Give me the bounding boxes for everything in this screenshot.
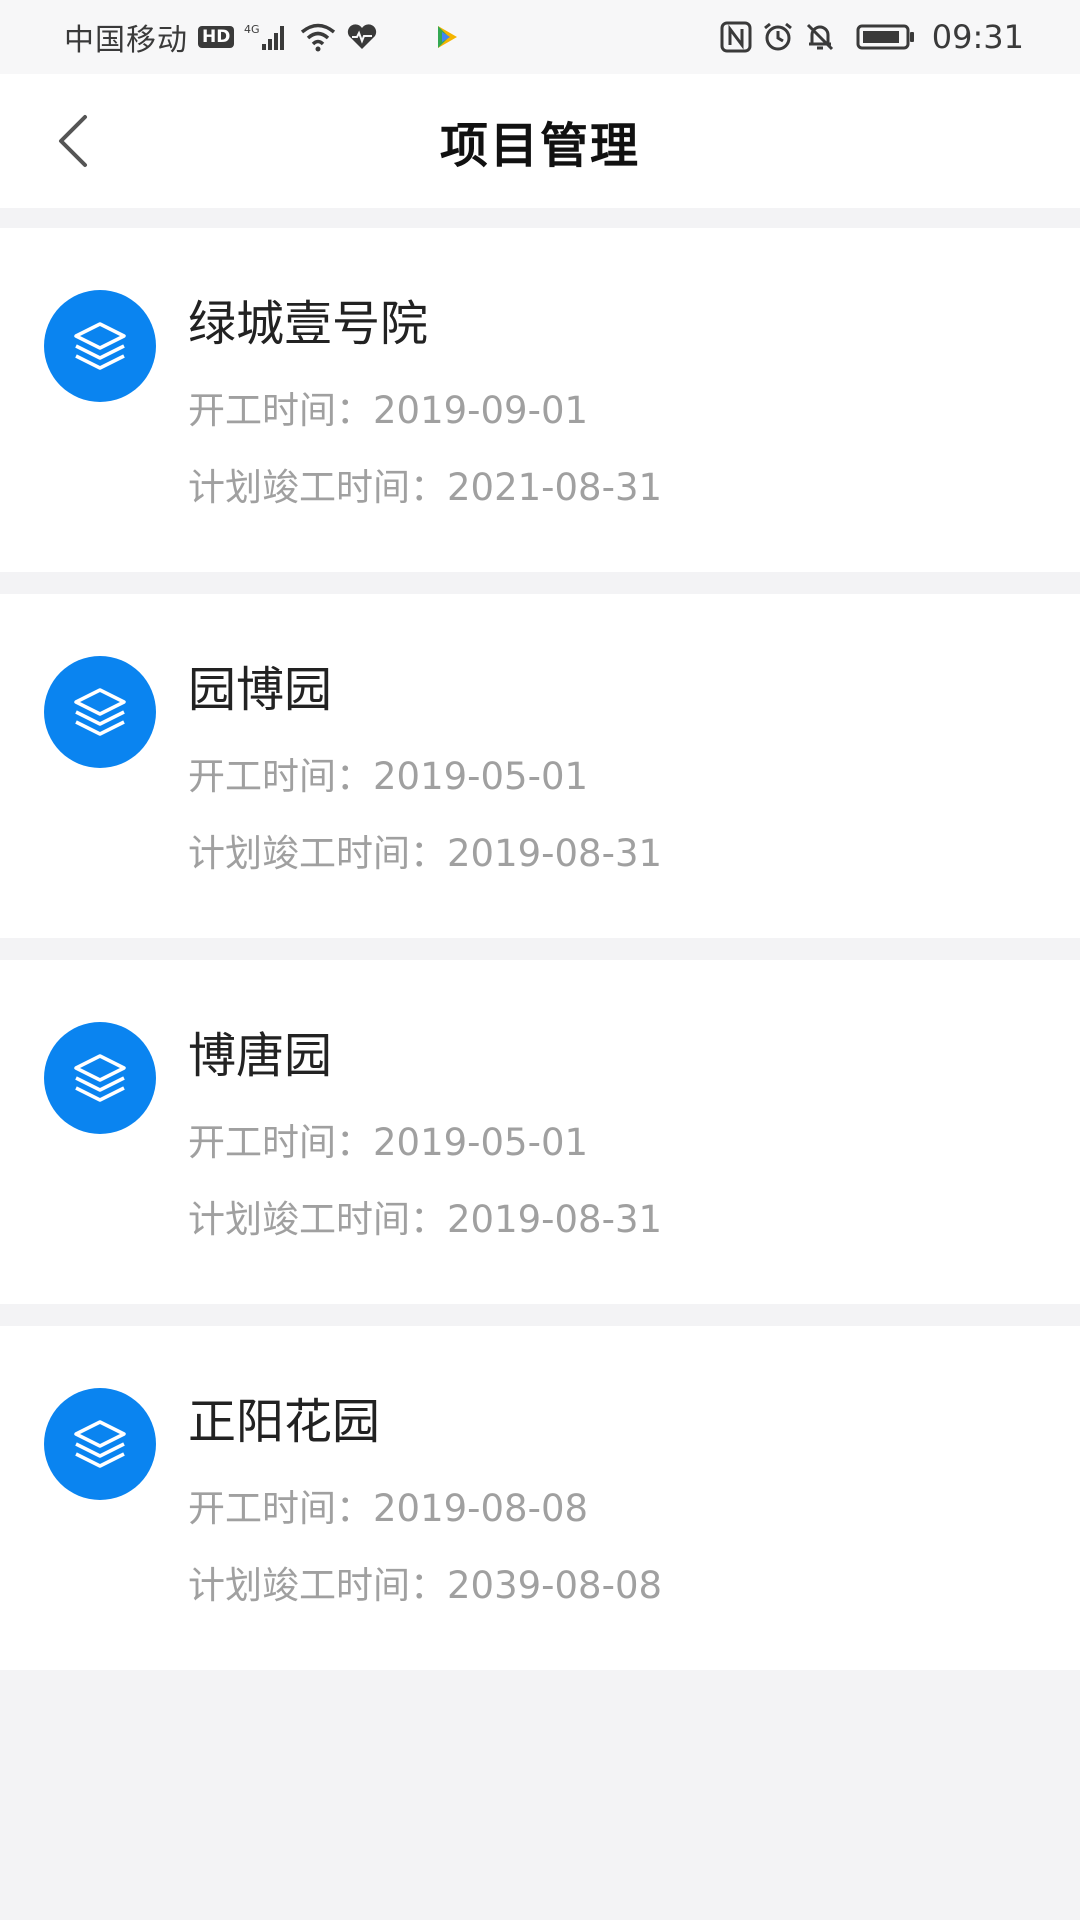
project-start-date: 开工时间：2019-09-01 (188, 388, 588, 434)
project-card[interactable]: 正阳花园 开工时间：2019-08-08 计划竣工时间：2039-08-08 (0, 1326, 1080, 1670)
start-date-value: 2019-08-08 (373, 1487, 589, 1530)
health-heart-icon (346, 23, 378, 51)
start-date-label: 开工时间： (188, 755, 373, 798)
mute-bell-icon (804, 21, 836, 53)
layers-icon (44, 656, 156, 768)
layers-icon (44, 1022, 156, 1134)
end-date-value: 2039-08-08 (447, 1564, 663, 1607)
project-name: 绿城壹号院 (188, 296, 429, 352)
start-date-label: 开工时间： (188, 1487, 373, 1530)
project-start-date: 开工时间：2019-05-01 (188, 1120, 588, 1166)
battery-icon (856, 22, 916, 52)
project-end-date: 计划竣工时间：2039-08-08 (188, 1563, 662, 1609)
project-end-date: 计划竣工时间：2019-08-31 (188, 1197, 662, 1243)
back-button[interactable] (40, 104, 104, 178)
app-header: 项目管理 (0, 74, 1080, 208)
screen: 中国移动 HD 4G 09:31 项目管理 绿城壹号院 开工时间：2019-09… (0, 0, 1080, 1920)
wifi-icon (300, 22, 336, 52)
end-date-value: 2019-08-31 (447, 832, 663, 875)
page-title: 项目管理 (439, 118, 640, 174)
alarm-icon (762, 21, 794, 53)
carrier-name: 中国移动 (64, 23, 188, 58)
end-date-value: 2019-08-31 (447, 1198, 663, 1241)
end-date-label: 计划竣工时间： (188, 832, 447, 875)
clock-time: 09:31 (931, 18, 1024, 56)
project-name: 正阳花园 (188, 1394, 381, 1450)
start-date-value: 2019-05-01 (373, 755, 589, 798)
video-app-icon (432, 23, 460, 51)
end-date-label: 计划竣工时间： (188, 466, 447, 509)
end-date-value: 2021-08-31 (447, 466, 663, 509)
end-date-label: 计划竣工时间： (188, 1198, 447, 1241)
network-type-label: 4G (244, 23, 260, 36)
status-bar: 中国移动 HD 4G 09:31 (0, 0, 1080, 74)
project-start-date: 开工时间：2019-08-08 (188, 1486, 588, 1532)
project-end-date: 计划竣工时间：2019-08-31 (188, 831, 662, 877)
status-bar-right: 09:31 (720, 18, 1024, 56)
start-date-value: 2019-09-01 (373, 389, 589, 432)
chevron-left-icon (59, 115, 87, 167)
status-bar-left: 中国移动 HD 4G (64, 15, 460, 59)
project-name: 博唐园 (188, 1028, 333, 1084)
start-date-value: 2019-05-01 (373, 1121, 589, 1164)
layers-icon (44, 1388, 156, 1500)
start-date-label: 开工时间： (188, 389, 373, 432)
project-card[interactable]: 园博园 开工时间：2019-05-01 计划竣工时间：2019-08-31 (0, 594, 1080, 938)
end-date-label: 计划竣工时间： (188, 1564, 447, 1607)
project-list: 绿城壹号院 开工时间：2019-09-01 计划竣工时间：2021-08-31 … (0, 228, 1080, 1692)
layers-icon (44, 290, 156, 402)
start-date-label: 开工时间： (188, 1121, 373, 1164)
project-name: 园博园 (188, 662, 333, 718)
project-card[interactable]: 绿城壹号院 开工时间：2019-09-01 计划竣工时间：2021-08-31 (0, 228, 1080, 572)
hd-badge: HD (198, 26, 235, 48)
project-end-date: 计划竣工时间：2021-08-31 (188, 465, 662, 511)
project-card[interactable]: 博唐园 开工时间：2019-05-01 计划竣工时间：2019-08-31 (0, 960, 1080, 1304)
nfc-icon (720, 21, 752, 53)
project-start-date: 开工时间：2019-05-01 (188, 754, 588, 800)
signal-icon: 4G (244, 22, 290, 52)
